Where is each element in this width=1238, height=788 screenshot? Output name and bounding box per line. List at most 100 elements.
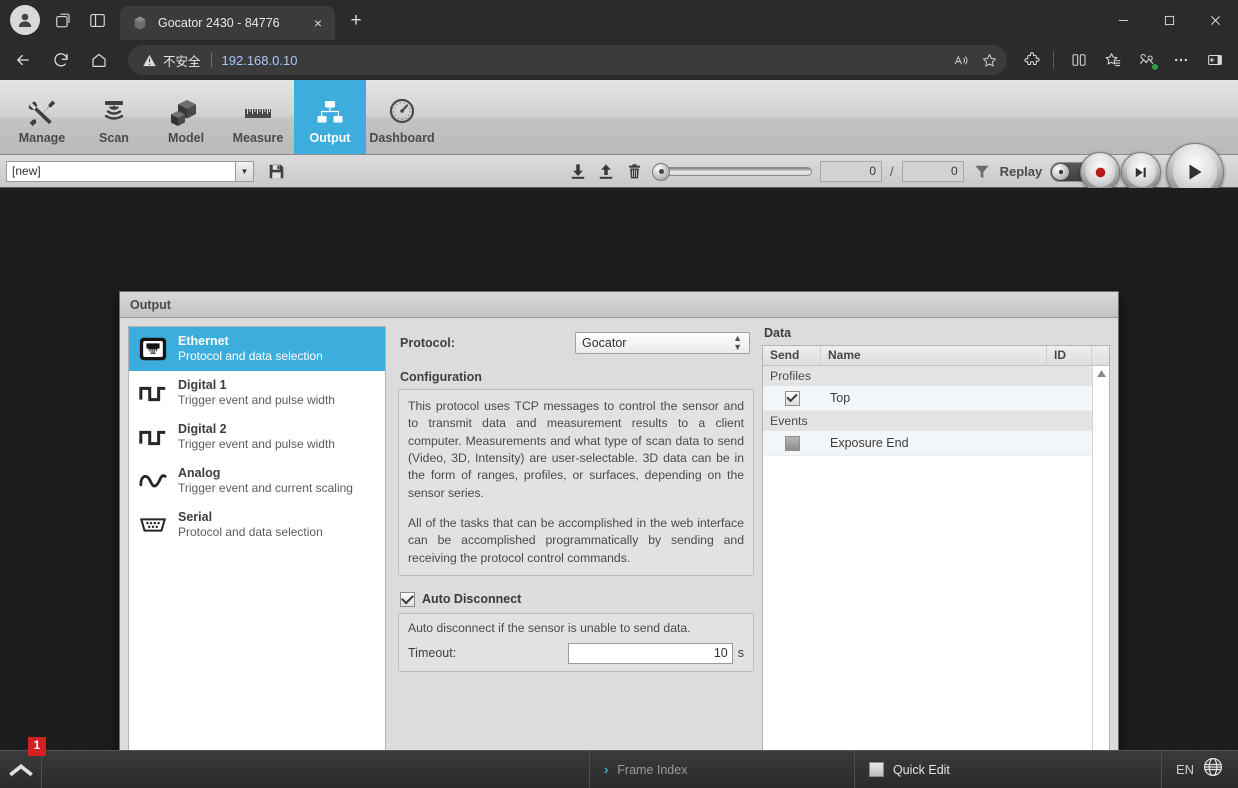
timeout-input[interactable]: 10 [567,642,733,664]
data-label: Data [764,326,792,340]
browser-toolbar-right [1013,45,1230,75]
security-label: 不安全 [163,54,201,69]
frame-total-input[interactable]: 0 [901,161,964,182]
language-section[interactable]: EN [1162,756,1238,783]
table-header: Send Name ID [763,346,1109,366]
protocol-value: Gocator [582,336,627,350]
floppy-save-icon[interactable] [264,159,288,183]
auto-disconnect-row[interactable]: Auto Disconnect [400,591,754,607]
nav-tab-dashboard[interactable]: Dashboard [366,80,438,154]
notification-badge[interactable]: 1 [28,736,46,756]
slider-track[interactable] [662,167,812,176]
column-header-send[interactable]: Send [763,346,821,365]
configuration-paragraph-2: All of the tasks that can be accomplishe… [408,515,744,565]
browser-essentials-icon[interactable] [1132,45,1162,75]
network-icon [313,93,347,129]
sidebar-item-title: Digital 2 [178,421,227,436]
protocol-select[interactable]: Gocator ▲ ▼ [575,332,750,354]
step-forward-button[interactable] [1121,152,1161,192]
split-pane-icon[interactable] [80,3,114,37]
extensions-icon[interactable] [1017,45,1047,75]
send-checkbox[interactable] [784,390,800,406]
frame-current-input[interactable]: 0 [820,161,882,182]
favorites-icon[interactable] [1098,45,1128,75]
tab-collections-icon[interactable] [46,3,80,37]
address-bar[interactable]: 不安全 192.168.0.10 [128,45,1007,75]
nav-tab-output[interactable]: Output [294,80,366,154]
browser-window: Gocator 2430 - 84776 × + 不安全 192.168.0.1… [0,0,1238,788]
slider-knob[interactable] [652,162,670,181]
sidebar-item-text: Digital 2 Trigger event and pulse width [178,422,335,453]
nav-tab-manage[interactable]: Manage [6,80,78,154]
read-aloud-icon[interactable] [947,46,975,74]
timeout-label: Timeout: [408,646,457,661]
frame-index-section[interactable]: › Frame Index [590,750,855,788]
record-button[interactable] [1080,152,1120,192]
home-icon[interactable] [84,45,114,75]
digital-pulse-icon [137,377,169,409]
upload-icon[interactable] [596,161,616,183]
nav-tab-label: Scan [99,131,129,145]
frame-slider[interactable] [652,162,812,181]
row-name-cell: Exposure End [830,436,909,450]
table-row[interactable]: Exposure End [763,431,1092,456]
nav-tab-scan[interactable]: Scan [78,80,150,154]
back-icon[interactable] [8,45,38,75]
chevron-down-icon[interactable]: ▼ [235,161,253,181]
scroll-up-arrow[interactable] [1093,366,1110,381]
nav-tab-label: Measure [232,131,284,145]
profile-avatar-button[interactable] [10,5,40,35]
ethernet-port-icon [137,333,169,365]
toggle-knob [1052,163,1070,180]
sidebar-icon[interactable] [1200,45,1230,75]
status-bar: 1 › Frame Index Quick Edit EN [0,736,1238,788]
sidebar-item-serial[interactable]: Serial Protocol and data selection [129,503,385,547]
download-icon[interactable] [568,161,588,183]
toolbar-divider [1053,51,1054,69]
row-send-cell[interactable] [763,435,821,451]
sidebar-item-text: Digital 1 Trigger event and pulse width [178,378,335,409]
trash-icon[interactable] [624,161,644,183]
sidebar-item-digital-1[interactable]: Digital 1 Trigger event and pulse width [129,371,385,415]
globe-icon[interactable] [1202,756,1224,783]
auto-disconnect-label: Auto Disconnect [422,592,522,607]
page-content: Manage Scan Model Measure Output Dashboa… [0,80,1238,788]
nav-tab-model[interactable]: Model [150,80,222,154]
auto-disconnect-checkbox[interactable] [400,591,415,607]
nav-tab-measure[interactable]: Measure [222,80,294,154]
sidebar-item-subtitle: Protocol and data selection [178,525,323,540]
table-row[interactable]: Top [763,386,1092,411]
reload-icon[interactable] [46,45,76,75]
settings-more-icon[interactable] [1166,45,1196,75]
job-combo[interactable]: [new] ▼ [6,160,254,182]
timeout-unit: s [737,646,744,661]
sidebar-item-analog[interactable]: Analog Trigger event and current scaling [129,459,385,503]
maximize-icon[interactable] [1146,0,1192,40]
sidebar-item-title: Serial [178,509,213,524]
browser-tab[interactable]: Gocator 2430 - 84776 × [120,6,335,40]
table-scrollbar[interactable] [1092,366,1109,788]
funnel-filter-icon[interactable] [972,161,992,183]
collapse-panel-button[interactable]: 1 [0,736,46,788]
star-icon[interactable] [975,46,1003,74]
omnibox-actions [947,46,1003,74]
column-header-id[interactable]: ID [1047,346,1092,365]
send-checkbox[interactable] [784,435,800,451]
minimize-icon[interactable] [1100,0,1146,40]
close-icon[interactable]: × [307,12,329,34]
quick-edit-section[interactable]: Quick Edit [855,750,1162,788]
timeout-box: Auto disconnect if the sensor is unable … [398,612,754,672]
playback-toolbar: 0 / 0 Replay [568,155,1093,188]
row-send-cell[interactable] [763,390,821,406]
close-window-icon[interactable] [1192,0,1238,40]
replay-label: Replay [999,164,1043,179]
split-screen-icon[interactable] [1064,45,1094,75]
new-tab-button[interactable]: + [341,6,371,36]
group-header-events: Events [763,411,1092,431]
sidebar-item-ethernet[interactable]: Ethernet Protocol and data selection [129,327,385,371]
column-header-name[interactable]: Name [821,346,1047,365]
timeout-row: Timeout: 10 s [408,642,744,664]
sidebar-item-digital-2[interactable]: Digital 2 Trigger event and pulse width [129,415,385,459]
chevron-updown-icon[interactable]: ▲ ▼ [733,334,742,352]
quick-edit-checkbox[interactable] [868,762,884,777]
